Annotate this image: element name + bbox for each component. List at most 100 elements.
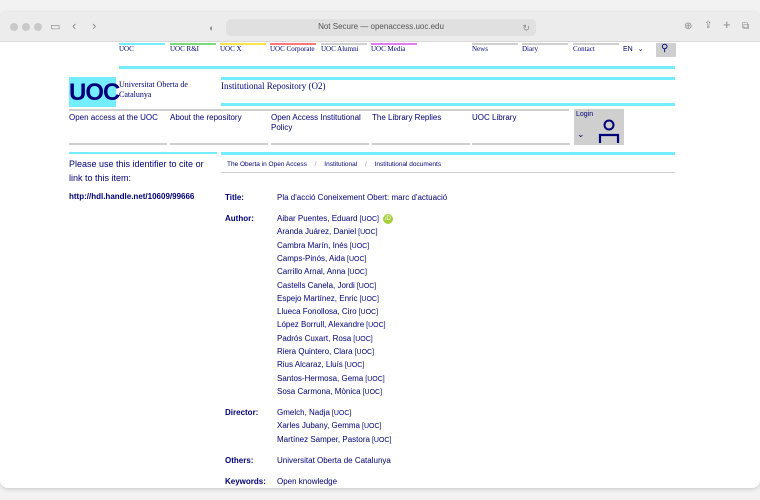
close-window-icon[interactable]	[10, 23, 18, 31]
forward-icon[interactable]: ›	[92, 19, 96, 32]
person-name[interactable]: Padrós Cuxart, Rosa	[277, 334, 351, 343]
search-button[interactable]: ⚲	[656, 43, 676, 57]
person-name[interactable]: Llueca Fonollosa, Ciro	[277, 307, 357, 316]
person-entry[interactable]: López Borrull, Alexandre [UOC]	[277, 320, 386, 329]
affiliation-tag[interactable]: [UOC]	[359, 309, 378, 316]
login-button[interactable]: Login ⌄	[574, 109, 624, 145]
cite-instruction: Please use this identifier to cite or li…	[69, 159, 204, 183]
others-value[interactable]: Universitat Oberta de Catalunya	[277, 456, 391, 465]
person-name[interactable]: Camps-Pinós, Aida	[277, 254, 345, 263]
uoc-logo[interactable]: UOC	[69, 77, 120, 107]
affiliation-tag[interactable]: [UOC]	[353, 336, 372, 343]
affiliation-tag[interactable]: [UOC]	[357, 283, 376, 290]
breadcrumb-item[interactable]: The Oberta in Open Access	[227, 161, 307, 168]
affiliation-tag[interactable]: [UOC]	[363, 389, 382, 396]
person-name[interactable]: Gmelch, Nadja	[277, 408, 330, 417]
mainnav-uoc-library[interactable]: UOC Library	[472, 111, 568, 123]
person-entry[interactable]: Riera Quintero, Clara [UOC]	[277, 347, 374, 356]
affiliation-tag[interactable]: [UOC]	[345, 362, 364, 369]
person-name[interactable]: Sosa Carmona, Mònica	[277, 387, 361, 396]
reload-icon[interactable]: ↻	[522, 22, 530, 34]
affiliation-tag[interactable]: [UOC]	[347, 269, 366, 276]
zoom-window-icon[interactable]	[34, 23, 42, 31]
person-entry[interactable]: Camps-Pinós, Aida [UOC]	[277, 254, 366, 263]
topnav-label: UOC R&I	[170, 45, 199, 53]
back-icon[interactable]: ‹	[72, 19, 76, 32]
affiliation-tag[interactable]: [UOC]	[362, 423, 381, 430]
browser-toolbar: ▭ ‹ › ◐ Not Secure — openaccess.uoc.edu …	[0, 12, 760, 42]
topnav-color-bar	[119, 43, 165, 45]
privacy-shield-icon[interactable]: ◐	[209, 22, 214, 34]
person-entry[interactable]: Xarles Jubany, Gemma [UOC]	[277, 421, 381, 430]
person-name[interactable]: Aranda Juárez, Daniel	[277, 227, 356, 236]
person-name[interactable]: López Borrull, Alexandre	[277, 320, 364, 329]
person-entry[interactable]: Martínez Samper, Pastora [UOC]	[277, 435, 391, 444]
topnav-item-uoc-corporate[interactable]: UOC Corporate	[270, 43, 318, 65]
university-name[interactable]: Universitat Oberta de Catalunya	[119, 80, 214, 100]
person-entry[interactable]: Sosa Carmona, Mònica [UOC]	[277, 387, 382, 396]
download-icon[interactable]: ⊕	[684, 21, 692, 33]
search-icon: ⚲	[661, 43, 669, 54]
person-name[interactable]: Santos-Hermosa, Gema	[277, 374, 363, 383]
affiliation-tag[interactable]: [UOC]	[360, 216, 379, 223]
affiliation-tag[interactable]: [UOC]	[372, 437, 391, 444]
topnav-item-diary[interactable]: Diary	[522, 43, 570, 65]
mainnav-underline	[472, 143, 570, 145]
person-entry[interactable]: Santos-Hermosa, Gema [UOC]	[277, 374, 385, 383]
handle-link[interactable]: http://hdl.handle.net/10609/99666	[69, 192, 194, 201]
mainnav-oa-policy[interactable]: Open Access Institutional Policy	[271, 111, 367, 133]
person-entry[interactable]: Castells Canela, Jordi [UOC]	[277, 281, 376, 290]
affiliation-tag[interactable]: [UOC]	[332, 410, 351, 417]
topnav-item-uoc-media[interactable]: UOC Media	[371, 43, 419, 65]
topnav-item-uoc-ri[interactable]: UOC R&I	[170, 43, 218, 65]
header-divider	[119, 66, 675, 69]
breadcrumb-divider	[221, 152, 675, 155]
share-icon[interactable]: ⇪	[704, 20, 712, 32]
person-entry[interactable]: Aranda Juárez, Daniel [UOC]	[277, 227, 378, 236]
keywords-value[interactable]: Open knowledge	[277, 477, 337, 486]
mainnav-open-access[interactable]: Open access at the UOC	[69, 111, 165, 123]
affiliation-tag[interactable]: [UOC]	[366, 322, 385, 329]
sidebar-icon[interactable]: ▭	[50, 21, 60, 33]
minimize-window-icon[interactable]	[22, 23, 30, 31]
topnav-item-news[interactable]: News	[472, 43, 520, 65]
person-name[interactable]: Riera Quintero, Clara	[277, 347, 353, 356]
person-name[interactable]: Aibar Puentes, Eduard	[277, 214, 358, 223]
person-name[interactable]: Martínez Samper, Pastora	[277, 435, 370, 444]
person-entry[interactable]: Gmelch, Nadja [UOC]	[277, 408, 351, 417]
orcid-icon[interactable]: iD	[382, 214, 393, 224]
person-name[interactable]: Castells Canela, Jordi	[277, 281, 355, 290]
affiliation-tag[interactable]: [UOC]	[355, 349, 374, 356]
affiliation-tag[interactable]: [UOC]	[350, 243, 369, 250]
person-name[interactable]: Rius Alcaraz, Lluís	[277, 360, 343, 369]
person-name[interactable]: Xarles Jubany, Gemma	[277, 421, 360, 430]
person-entry[interactable]: Aibar Puentes, Eduard [UOC] iD	[277, 214, 393, 224]
topnav-item-contact[interactable]: Contact	[573, 43, 621, 65]
mainnav-about-repository[interactable]: About the repository	[170, 111, 266, 123]
person-entry[interactable]: Rius Alcaraz, Lluís [UOC]	[277, 360, 364, 369]
affiliation-tag[interactable]: [UOC]	[365, 376, 384, 383]
person-entry[interactable]: Espejo Martínez, Enric [UOC]	[277, 294, 379, 303]
affiliation-tag[interactable]: [UOC]	[347, 256, 366, 263]
mainnav-library-replies[interactable]: The Library Replies	[372, 111, 468, 123]
language-selector[interactable]: EN ⌄	[623, 45, 644, 53]
address-bar[interactable]: Not Secure — openaccess.uoc.edu ↻	[226, 19, 536, 36]
breadcrumb-item[interactable]: Institutional documents	[375, 161, 441, 168]
repository-title[interactable]: Institutional Repository (O2)	[221, 81, 326, 91]
person-entry[interactable]: Llueca Fonollosa, Ciro [UOC]	[277, 307, 378, 316]
tab-overview-icon[interactable]: ⧉	[742, 21, 749, 33]
affiliation-tag[interactable]: [UOC]	[358, 229, 377, 236]
topnav-item-uoc-alumni[interactable]: UOC Alumni	[321, 43, 369, 65]
new-tab-icon[interactable]: +	[723, 18, 731, 31]
person-name[interactable]: Cambra Marín, Inés	[277, 241, 348, 250]
topnav-item-uoc[interactable]: UOC	[119, 43, 167, 65]
affiliation-tag[interactable]: [UOC]	[359, 296, 378, 303]
breadcrumb-item[interactable]: Institutional	[324, 161, 357, 168]
topnav-item-uoc-x[interactable]: UOC X	[220, 43, 268, 65]
person-entry[interactable]: Cambra Marín, Inés [UOC]	[277, 241, 369, 250]
person-entry[interactable]: Carrillo Arnal, Anna [UOC]	[277, 267, 367, 276]
person-entry[interactable]: Padrós Cuxart, Rosa [UOC]	[277, 334, 373, 343]
person-name[interactable]: Carrillo Arnal, Anna	[277, 267, 345, 276]
person-name[interactable]: Espejo Martínez, Enric	[277, 294, 357, 303]
chevron-down-icon: ⌄	[637, 46, 644, 53]
